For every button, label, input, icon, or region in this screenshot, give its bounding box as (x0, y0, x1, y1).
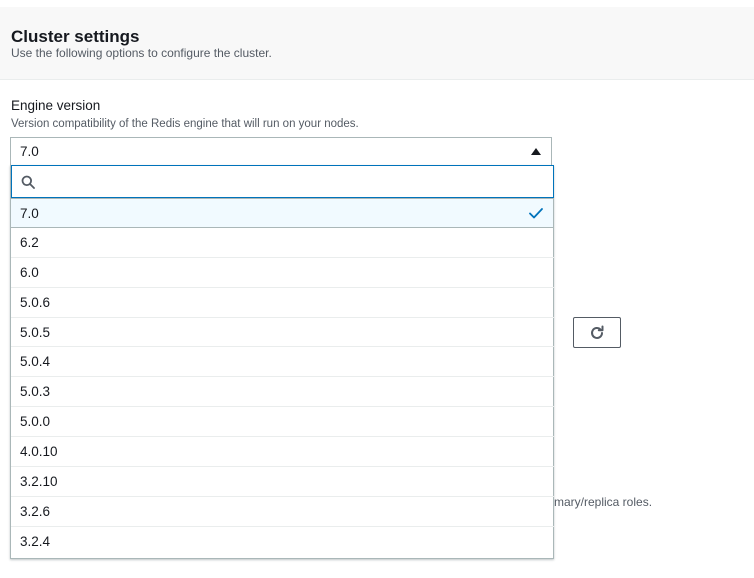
option-item[interactable]: 6.0 (11, 258, 554, 288)
option-label: 6.0 (20, 264, 39, 280)
option-item[interactable]: 5.0.0 (11, 407, 554, 438)
page: Cluster settings Use the following optio… (0, 0, 754, 578)
option-item[interactable]: 7.0 (11, 198, 554, 228)
option-item[interactable]: 5.0.4 (11, 347, 554, 378)
option-item[interactable]: 4.0.10 (11, 437, 554, 468)
engine-version-dropdown: 7.0 6.2 6.0 5.0.6 5.0.5 5.0.4 5.0.3 5.0.0 4.0.10… (10, 165, 554, 559)
option-label: 3.2.4 (20, 533, 51, 549)
option-label: 5.0.3 (20, 384, 51, 400)
search-input[interactable] (42, 170, 546, 194)
option-label: 6.2 (20, 234, 39, 250)
section-header: Cluster settings Use the following optio… (0, 7, 754, 80)
option-label: 3.2.6 (20, 503, 51, 519)
option-label: 5.0.6 (20, 294, 51, 310)
option-label: 5.0.5 (20, 324, 51, 340)
option-item[interactable]: 5.0.5 (11, 318, 554, 348)
selected-engine-version: 7.0 (20, 144, 39, 159)
dropdown-search[interactable] (11, 165, 554, 198)
refresh-icon (591, 325, 604, 339)
search-icon (21, 175, 35, 189)
caret-up-icon (531, 148, 541, 155)
option-label: 5.0.4 (20, 354, 51, 370)
option-item[interactable]: 3.2.10 (11, 467, 554, 497)
option-item[interactable]: 6.2 (11, 228, 554, 258)
option-label: 5.0.0 (20, 414, 51, 430)
option-label: 4.0.10 (20, 444, 58, 460)
partial-description-text: mary/replica roles. (554, 495, 653, 509)
option-item[interactable]: 3.2.6 (11, 497, 554, 527)
refresh-button[interactable] (573, 317, 621, 348)
options-list: 7.0 6.2 6.0 5.0.6 5.0.5 5.0.4 5.0.3 5.0.0 4.0.10… (11, 198, 554, 557)
option-label: 3.2.10 (20, 474, 58, 490)
option-item[interactable]: 5.0.3 (11, 377, 554, 408)
engine-version-description: Version compatibility of the Redis engin… (11, 118, 359, 130)
check-icon (529, 208, 543, 219)
engine-version-select[interactable]: 7.0 (10, 137, 552, 165)
option-item[interactable]: 5.0.6 (11, 288, 554, 318)
option-label: 7.0 (20, 206, 39, 221)
option-item[interactable]: 3.2.4 (11, 527, 554, 557)
section-description: Use the following options to configure t… (11, 46, 272, 60)
engine-version-label: Engine version (11, 98, 101, 113)
